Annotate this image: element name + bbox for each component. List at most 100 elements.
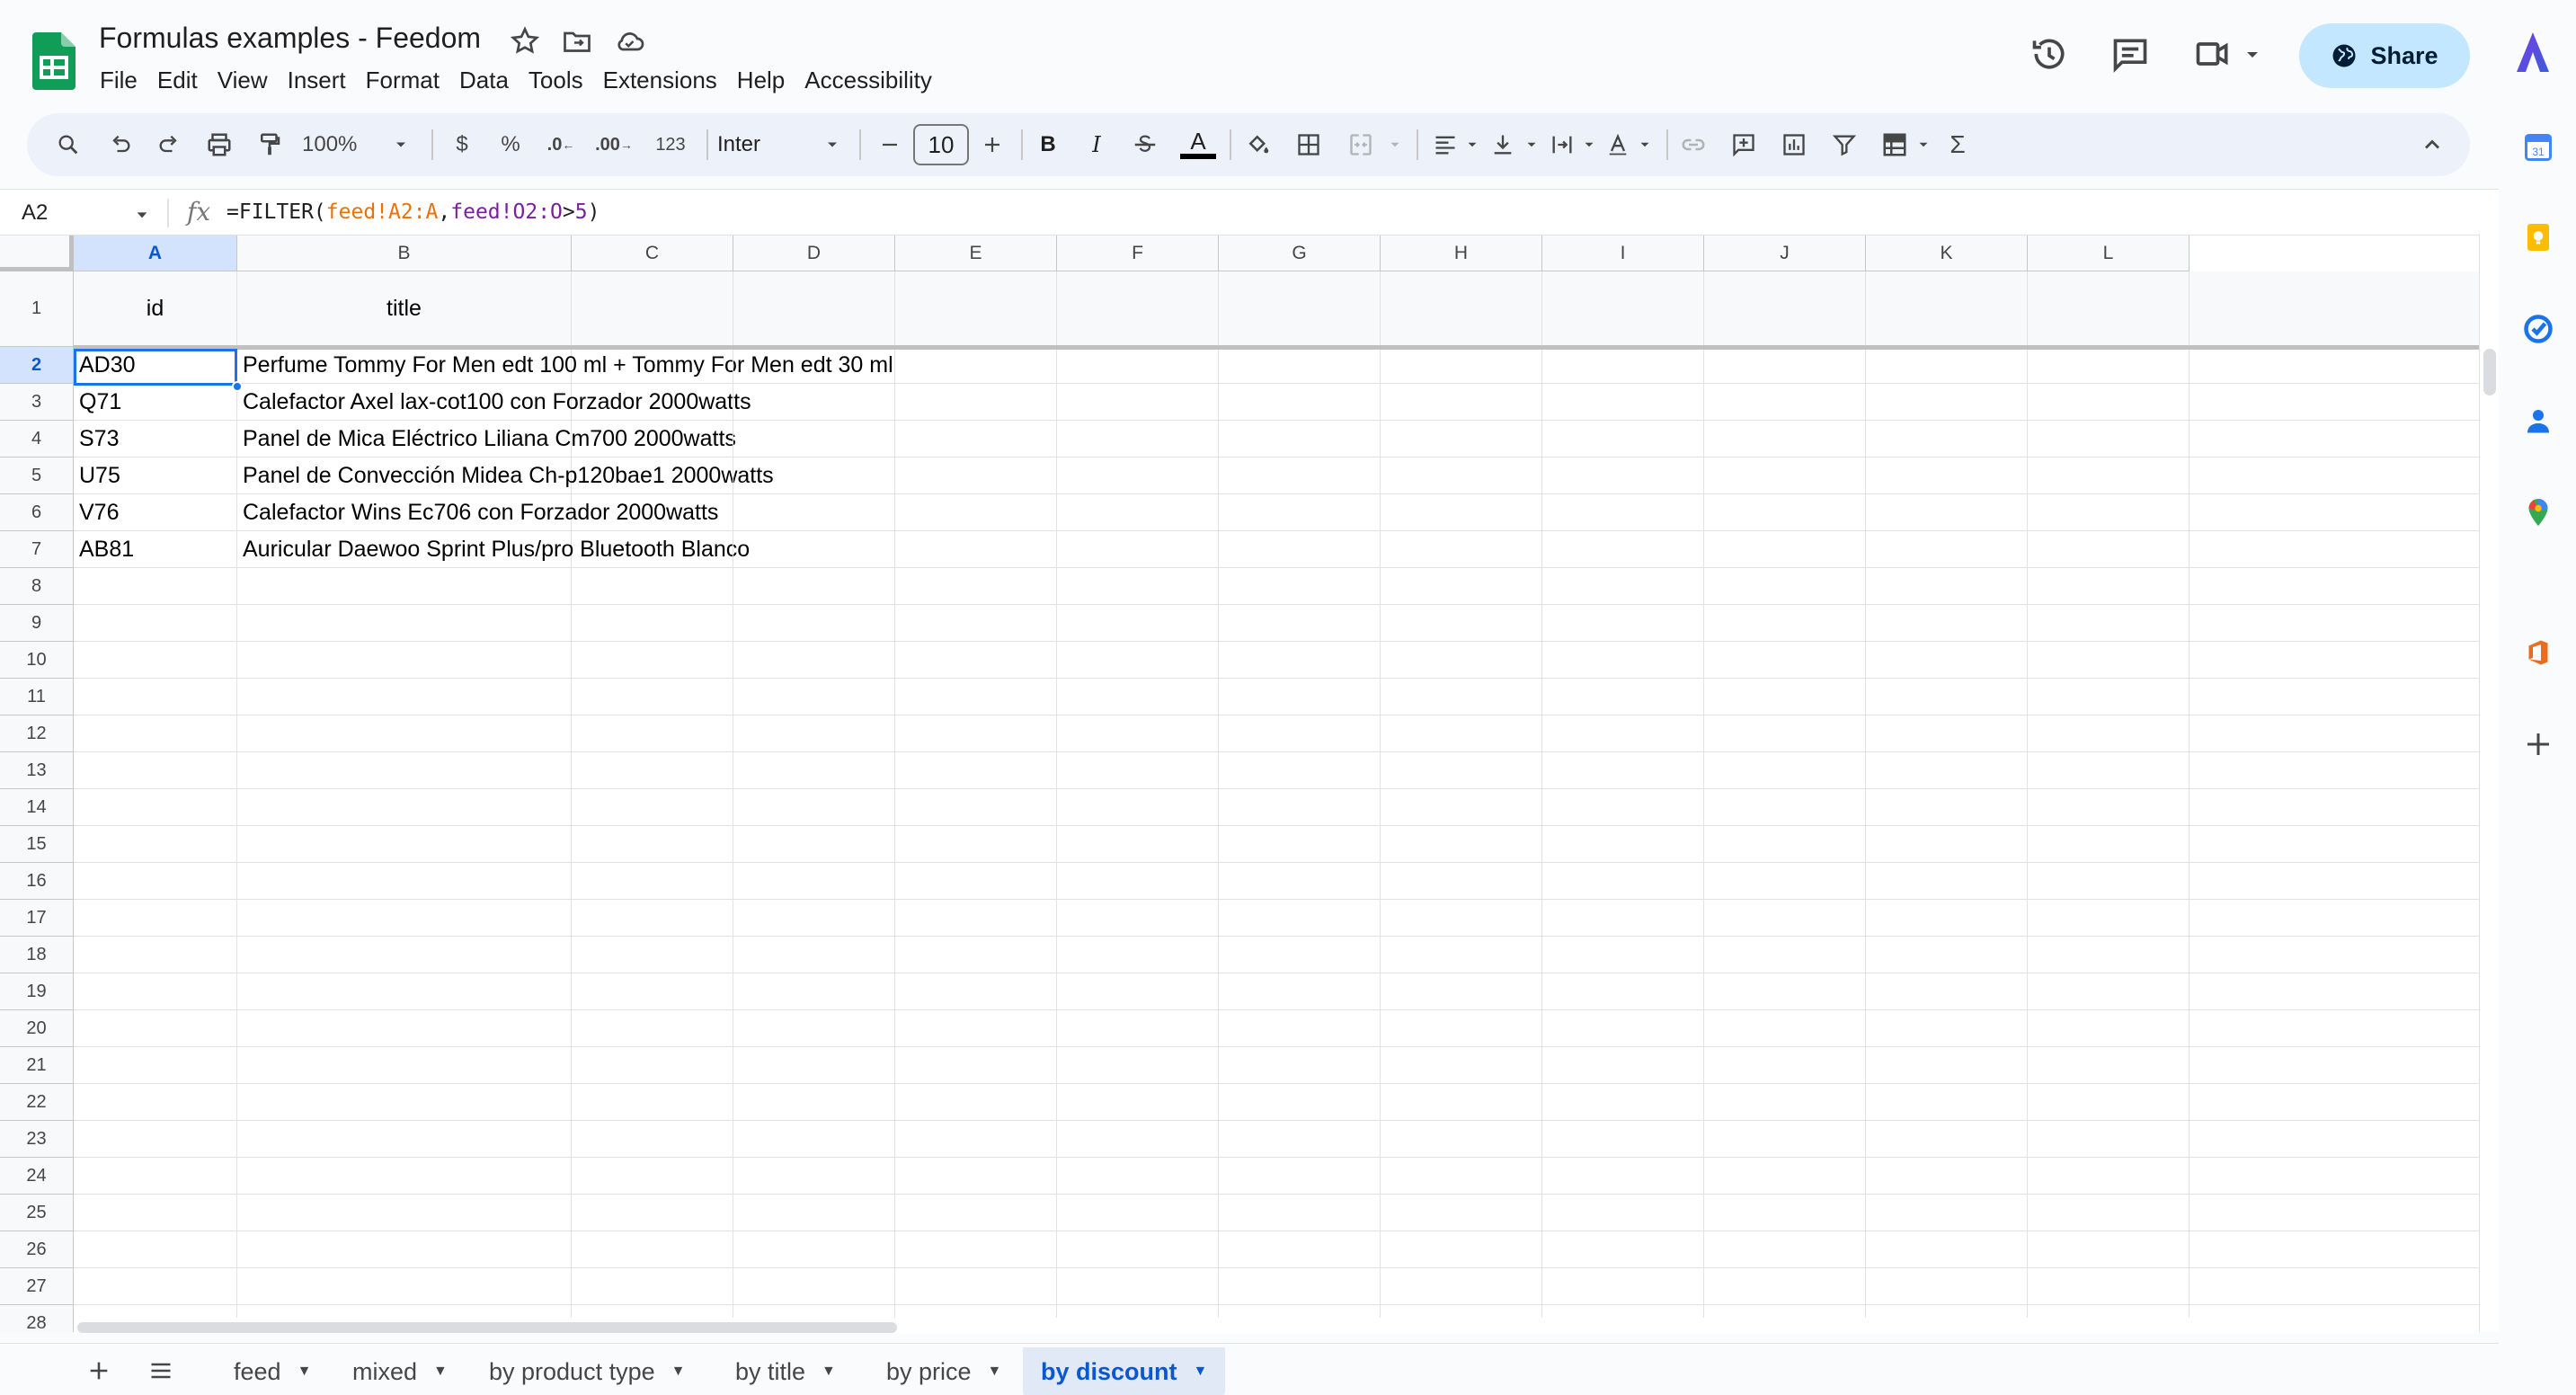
cell-b7[interactable]: Auricular Daewoo Sprint Plus/pro Bluetoo…	[237, 531, 750, 567]
cell-j8[interactable]	[1704, 568, 1866, 604]
cell-i19[interactable]	[1542, 973, 1704, 1009]
cell-c24[interactable]	[572, 1158, 733, 1194]
cell-l9[interactable]	[2028, 605, 2190, 641]
cell-l6[interactable]	[2028, 494, 2190, 530]
cell-l23[interactable]	[2028, 1121, 2190, 1157]
zoom-dropdown-icon[interactable]	[390, 129, 412, 161]
cell-g3[interactable]	[1219, 384, 1381, 420]
cell-b20[interactable]	[237, 1010, 572, 1046]
cell-l14[interactable]	[2028, 789, 2190, 825]
cell-c12[interactable]	[572, 715, 733, 751]
comments-icon[interactable]	[2110, 34, 2150, 74]
calendar-icon[interactable]: 31	[2522, 131, 2554, 164]
cell-h5[interactable]	[1381, 458, 1542, 493]
cell-j10[interactable]	[1704, 642, 1866, 678]
row-header-19[interactable]: 19	[0, 973, 74, 1010]
meet-video-icon[interactable]	[2193, 34, 2233, 74]
cell-j1[interactable]	[1704, 271, 1866, 346]
sheets-logo-icon[interactable]	[32, 32, 76, 90]
cell-g16[interactable]	[1219, 863, 1381, 899]
cell-i10[interactable]	[1542, 642, 1704, 678]
cell-e13[interactable]	[895, 752, 1057, 788]
cell-k22[interactable]	[1866, 1084, 2028, 1120]
cell-c25[interactable]	[572, 1195, 733, 1231]
sheet-tab-by-product-type[interactable]: by product type ▼	[471, 1347, 703, 1395]
currency-format-button[interactable]: $	[444, 129, 480, 161]
cell-a4[interactable]: S73	[74, 421, 237, 457]
cell-b25[interactable]	[237, 1195, 572, 1231]
cell-a11[interactable]	[74, 679, 237, 715]
cell-c11[interactable]	[572, 679, 733, 715]
column-header-e[interactable]: E	[895, 235, 1057, 271]
cell-i9[interactable]	[1542, 605, 1704, 641]
font-family-dropdown-icon[interactable]	[822, 129, 843, 161]
cell-e27[interactable]	[895, 1268, 1057, 1304]
cell-i21[interactable]	[1542, 1047, 1704, 1083]
cell-b22[interactable]	[237, 1084, 572, 1120]
sheet-tab-by-title[interactable]: by title ▼	[717, 1347, 854, 1395]
cell-a8[interactable]	[74, 568, 237, 604]
cell-l7[interactable]	[2028, 531, 2190, 567]
cell-h3[interactable]	[1381, 384, 1542, 420]
cell-d25[interactable]	[733, 1195, 895, 1231]
cell-d15[interactable]	[733, 826, 895, 862]
row-header-9[interactable]: 9	[0, 605, 74, 642]
cell-b24[interactable]	[237, 1158, 572, 1194]
cell-f6[interactable]	[1057, 494, 1219, 530]
cell-c26[interactable]	[572, 1231, 733, 1267]
cell-a21[interactable]	[74, 1047, 237, 1083]
cell-f2[interactable]	[1057, 347, 1219, 383]
cell-k18[interactable]	[1866, 937, 2028, 973]
cell-d1[interactable]	[733, 271, 895, 346]
cell-k15[interactable]	[1866, 826, 2028, 862]
cloud-saved-icon[interactable]	[613, 25, 645, 58]
merge-dropdown-icon[interactable]	[1386, 129, 1404, 161]
cell-d7[interactable]	[733, 531, 895, 567]
row-header-2[interactable]: 2	[0, 347, 74, 384]
cell-c5[interactable]	[572, 458, 733, 493]
cell-j9[interactable]	[1704, 605, 1866, 641]
cell-g4[interactable]	[1219, 421, 1381, 457]
filter-views-dropdown-icon[interactable]	[1914, 129, 1932, 161]
menu-accessibility[interactable]: Accessibility	[795, 65, 942, 97]
cell-j21[interactable]	[1704, 1047, 1866, 1083]
cell-b3[interactable]: Calefactor Axel lax-cot100 con Forzador …	[237, 384, 751, 420]
column-header-h[interactable]: H	[1381, 235, 1542, 271]
cell-j14[interactable]	[1704, 789, 1866, 825]
cell-f14[interactable]	[1057, 789, 1219, 825]
cell-d24[interactable]	[733, 1158, 895, 1194]
vertical-scrollbar[interactable]	[2479, 234, 2499, 1332]
cell-d5[interactable]	[733, 458, 895, 493]
cell-a12[interactable]	[74, 715, 237, 751]
cell-g14[interactable]	[1219, 789, 1381, 825]
cell-d14[interactable]	[733, 789, 895, 825]
cell-j4[interactable]	[1704, 421, 1866, 457]
row-header-8[interactable]: 8	[0, 568, 74, 605]
cell-b9[interactable]	[237, 605, 572, 641]
cell-d20[interactable]	[733, 1010, 895, 1046]
sheet-tab-menu-icon[interactable]: ▼	[671, 1364, 686, 1380]
cell-d19[interactable]	[733, 973, 895, 1009]
cell-a9[interactable]	[74, 605, 237, 641]
cell-e11[interactable]	[895, 679, 1057, 715]
cell-i25[interactable]	[1542, 1195, 1704, 1231]
row-header-6[interactable]: 6	[0, 494, 74, 531]
cell-g9[interactable]	[1219, 605, 1381, 641]
cell-f3[interactable]	[1057, 384, 1219, 420]
strikethrough-icon[interactable]	[1129, 129, 1161, 161]
column-header-f[interactable]: F	[1057, 235, 1219, 271]
cell-f25[interactable]	[1057, 1195, 1219, 1231]
cell-g22[interactable]	[1219, 1084, 1381, 1120]
row-header-16[interactable]: 16	[0, 863, 74, 900]
cell-e8[interactable]	[895, 568, 1057, 604]
cell-a20[interactable]	[74, 1010, 237, 1046]
row-header-27[interactable]: 27	[0, 1268, 74, 1305]
cell-d2[interactable]	[733, 347, 895, 383]
cell-a14[interactable]	[74, 789, 237, 825]
cell-j26[interactable]	[1704, 1231, 1866, 1267]
cell-i16[interactable]	[1542, 863, 1704, 899]
cell-g11[interactable]	[1219, 679, 1381, 715]
row-header-13[interactable]: 13	[0, 752, 74, 789]
cell-g23[interactable]	[1219, 1121, 1381, 1157]
cell-i14[interactable]	[1542, 789, 1704, 825]
